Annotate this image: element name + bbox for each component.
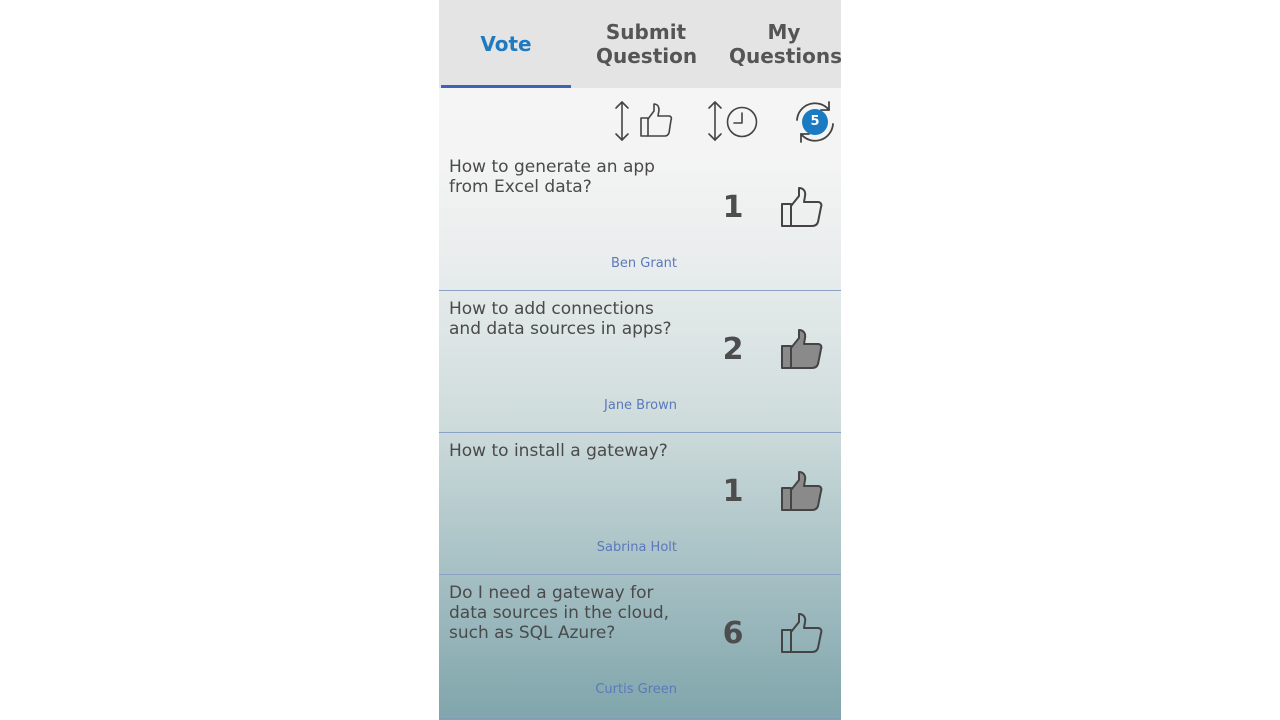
vote-count: 6 [722, 616, 744, 651]
like-button[interactable] [779, 185, 825, 231]
sort-by-votes-button[interactable] [613, 100, 677, 144]
tab-bar: Vote Submit Question My Questions [439, 0, 841, 88]
sort-clock-icon [708, 101, 758, 141]
question-row: How to generate an app from Excel data? … [439, 149, 841, 291]
refresh-count-badge: 5 [802, 109, 828, 135]
question-author: Ben Grant [610, 256, 677, 271]
vote-count: 1 [722, 190, 744, 225]
tab-submit-question-label: Submit Question [596, 20, 698, 68]
question-row: How to add connections and data sources … [439, 291, 841, 433]
like-button[interactable] [779, 611, 825, 657]
question-row: How to install a gateway? Sabrina Holt 1 [439, 433, 841, 575]
vote-count: 2 [722, 332, 744, 367]
like-button[interactable] [779, 469, 825, 515]
sort-by-time-button[interactable] [706, 100, 766, 144]
tab-submit-question[interactable]: Submit Question [579, 0, 713, 88]
tab-my-questions[interactable]: My Questions [719, 0, 841, 88]
like-button[interactable] [779, 327, 825, 373]
tab-vote[interactable]: Vote [441, 0, 571, 88]
active-tab-indicator [441, 85, 571, 88]
sort-thumbs-up-icon [615, 101, 673, 141]
question-text: How to generate an app from Excel data? [449, 157, 655, 197]
question-author: Jane Brown [604, 398, 677, 413]
tab-my-questions-label: My Questions [729, 20, 841, 68]
thumbs-up-icon [781, 187, 823, 227]
question-text: How to install a gateway? [449, 441, 668, 461]
question-text: How to add connections and data sources … [449, 299, 672, 339]
app-screen: Vote Submit Question My Questions 5 How … [439, 0, 841, 720]
thumbs-up-filled-icon [781, 471, 823, 511]
vote-count: 1 [722, 474, 744, 509]
question-row: Do I need a gateway for data sources in … [439, 575, 841, 717]
question-text: Do I need a gateway for data sources in … [449, 583, 670, 643]
thumbs-up-filled-icon [781, 329, 823, 369]
tab-vote-label: Vote [480, 32, 532, 56]
question-author: Sabrina Holt [596, 540, 677, 555]
question-author: Curtis Green [595, 682, 677, 697]
thumbs-up-icon [781, 613, 823, 653]
